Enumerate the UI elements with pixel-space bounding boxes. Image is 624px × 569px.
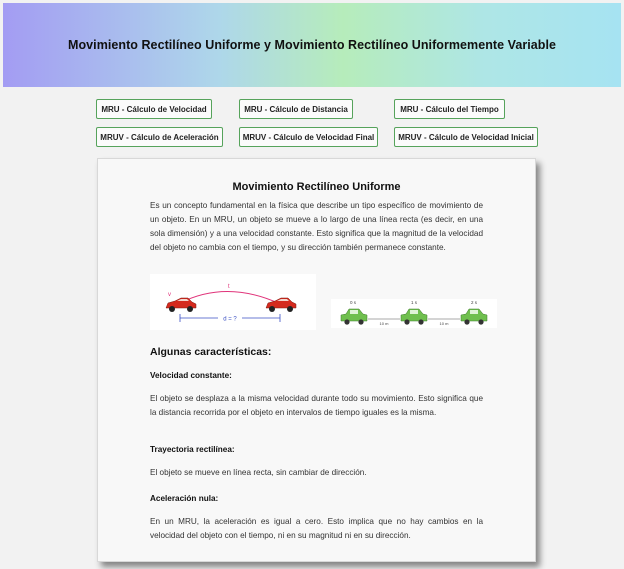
mru-diagram-cars-image: v t d = ? [150,274,316,330]
time-2-label: 2 s [471,300,478,305]
time-1-label: 1 s [411,300,418,305]
header-banner: Movimiento Rectilíneo Uniforme y Movimie… [3,3,621,87]
mru-velocity-button[interactable]: MRU - Cálculo de Velocidad [96,99,212,119]
zero-acceleration-heading: Aceleración nula: [150,494,219,503]
mruv-initial-velocity-button[interactable]: MRUV - Cálculo de Velocidad Inicial [394,127,538,147]
time-0-label: 0 s [350,300,357,305]
intro-paragraph: Es un concepto fundamental en la física … [150,201,483,252]
mru-diagram-green-cars-image: 0 s 1 s 2 s 10 m 10 m [331,299,497,328]
zero-acceleration-text: En un MRU, la aceleración es igual a cer… [150,517,483,540]
green-car-3 [460,308,488,325]
constant-velocity-text: El objeto se desplaza a la misma velocid… [150,394,483,417]
mru-distance-button[interactable]: MRU - Cálculo de Distancia [239,99,353,119]
mruv-final-velocity-button[interactable]: MRUV - Cálculo de Velocidad Final [239,127,378,147]
red-car-left [165,297,197,312]
mruv-acceleration-button[interactable]: MRUV - Cálculo de Aceleración [96,127,223,147]
straight-trajectory-text: El objeto se mueve en línea recta, sin c… [150,468,367,477]
time-label: t [228,284,230,290]
page-title: Movimiento Rectilíneo Uniforme y Movimie… [68,38,556,52]
distance-1-label: 10 m [380,321,390,326]
velocity-label: v [168,292,171,298]
straight-trajectory-heading: Trayectoria rectilínea: [150,445,235,454]
green-car-1 [340,308,368,325]
characteristics-heading: Algunas características: [150,346,272,358]
distance-2-label: 10 m [440,321,450,326]
content-card: Movimiento Rectilíneo Uniforme Es un con… [97,158,536,562]
content-title: Movimiento Rectilíneo Uniforme [232,181,401,193]
constant-velocity-heading: Velocidad constante: [150,371,232,380]
green-car-2 [400,308,428,325]
trajectory-arc [179,291,279,304]
mru-time-button[interactable]: MRU - Cálculo del Tiempo [394,99,505,119]
distance-label: d = ? [223,317,237,323]
